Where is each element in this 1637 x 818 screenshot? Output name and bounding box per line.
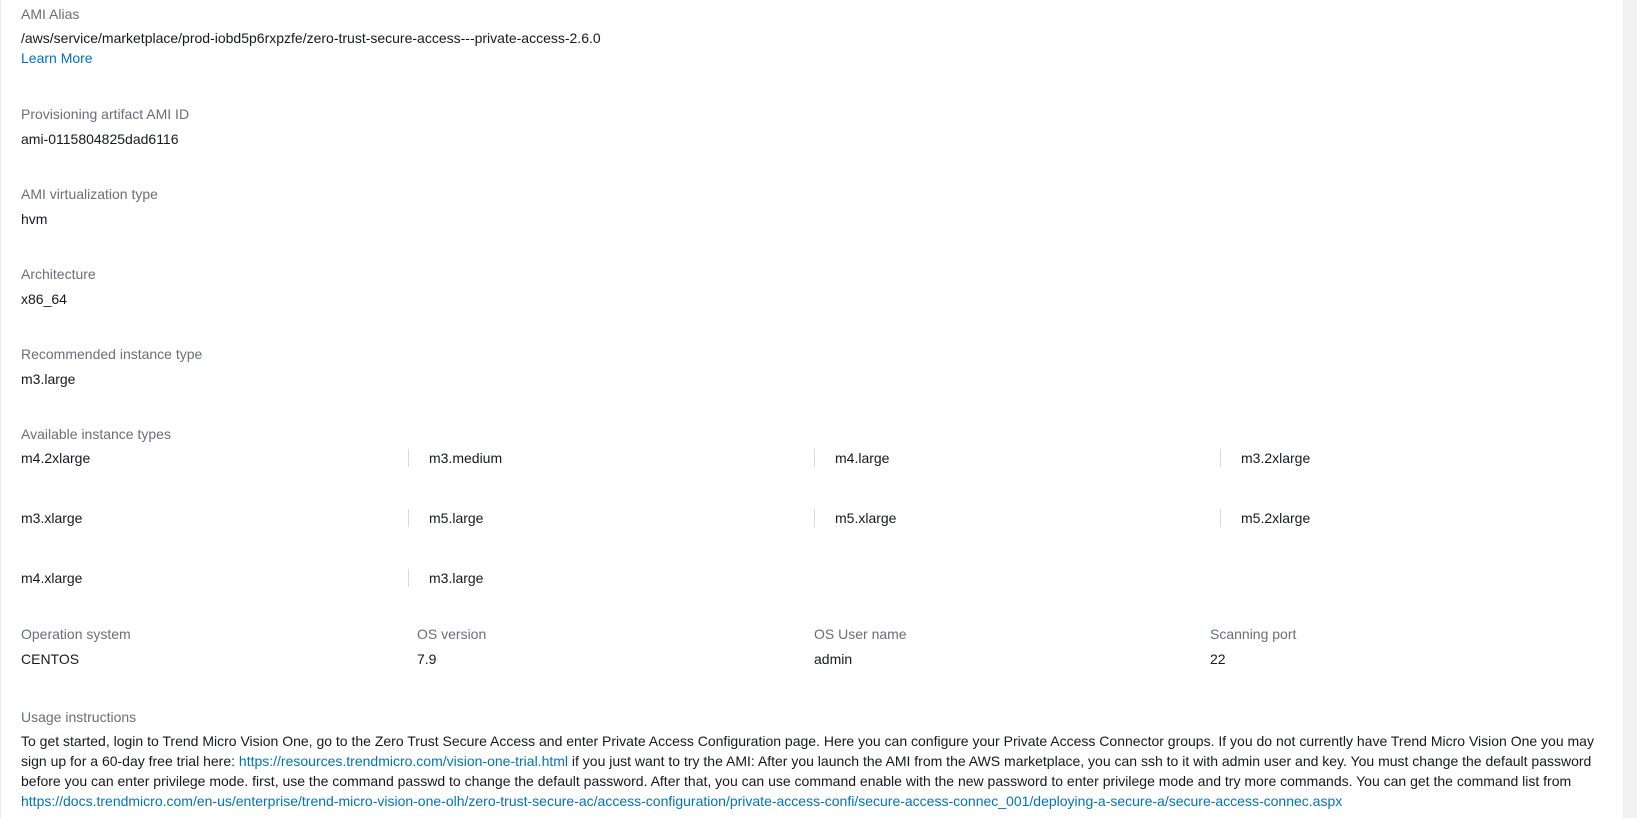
vision-one-trial-link[interactable]: https://resources.trendmicro.com/vision-… <box>239 753 568 769</box>
instance-type-item: m4.large <box>813 449 890 467</box>
usage-instructions-label: Usage instructions <box>21 709 137 725</box>
scanning-port-field: Scanning port 22 <box>1210 624 1296 669</box>
operation-system-value: CENTOS <box>21 651 80 667</box>
architecture-field: Architecture x86_64 <box>21 264 96 309</box>
provisioning-ami-id-value: ami-0115804825dad6116 <box>21 131 179 147</box>
virtualization-type-field: AMI virtualization type hvm <box>21 184 158 229</box>
operation-system-label: Operation system <box>21 626 131 642</box>
provisioning-ami-id-field: Provisioning artifact AMI ID ami-0115804… <box>21 104 189 149</box>
instance-type-item: m3.2xlarge <box>1219 449 1311 467</box>
usage-instructions-field: Usage instructions To get started, login… <box>21 707 1611 811</box>
scanning-port-label: Scanning port <box>1210 626 1297 642</box>
architecture-label: Architecture <box>21 266 96 282</box>
available-instances-label: Available instance types <box>21 426 171 442</box>
operation-system-field: Operation system CENTOS <box>21 624 131 669</box>
scanning-port-value: 22 <box>1210 651 1226 667</box>
instance-type-item: m3.xlarge <box>21 510 83 526</box>
instance-type-item: m5.xlarge <box>813 509 897 527</box>
provisioning-ami-id-label: Provisioning artifact AMI ID <box>21 106 190 122</box>
os-version-label: OS version <box>417 626 487 642</box>
os-username-value: admin <box>814 651 853 667</box>
recommended-instance-field: Recommended instance type m3.large <box>21 344 202 389</box>
instance-type-item: m3.medium <box>407 449 503 467</box>
recommended-instance-value: m3.large <box>21 371 76 387</box>
docs-command-list-link[interactable]: https://docs.trendmicro.com/en-us/enterp… <box>21 793 1342 809</box>
os-username-field: OS User name admin <box>814 624 907 669</box>
architecture-value: x86_64 <box>21 291 67 307</box>
instance-type-item: m4.xlarge <box>21 570 83 586</box>
os-version-field: OS version 7.9 <box>417 624 486 669</box>
instance-type-item: m5.large <box>407 509 484 527</box>
recommended-instance-label: Recommended instance type <box>21 346 203 362</box>
learn-more-link[interactable]: Learn More <box>21 50 93 66</box>
instance-type-item: m5.2xlarge <box>1219 509 1311 527</box>
os-username-label: OS User name <box>814 626 907 642</box>
ami-alias-label: AMI Alias <box>21 6 80 22</box>
usage-instructions-text: To get started, login to Trend Micro Vis… <box>21 731 1611 811</box>
scrollbar-track[interactable] <box>1623 0 1637 818</box>
instance-type-item: m3.large <box>407 569 484 587</box>
virtualization-type-label: AMI virtualization type <box>21 186 158 202</box>
ami-alias-field: AMI Alias /aws/service/marketplace/prod-… <box>21 4 601 68</box>
product-details-panel: AMI Alias /aws/service/marketplace/prod-… <box>0 0 1637 818</box>
instance-type-item: m4.2xlarge <box>21 450 91 466</box>
available-instances-field: Available instance types <box>21 424 171 444</box>
virtualization-type-value: hvm <box>21 211 48 227</box>
ami-alias-value: /aws/service/marketplace/prod-iobd5p6rxp… <box>21 30 601 46</box>
os-version-value: 7.9 <box>417 651 437 667</box>
